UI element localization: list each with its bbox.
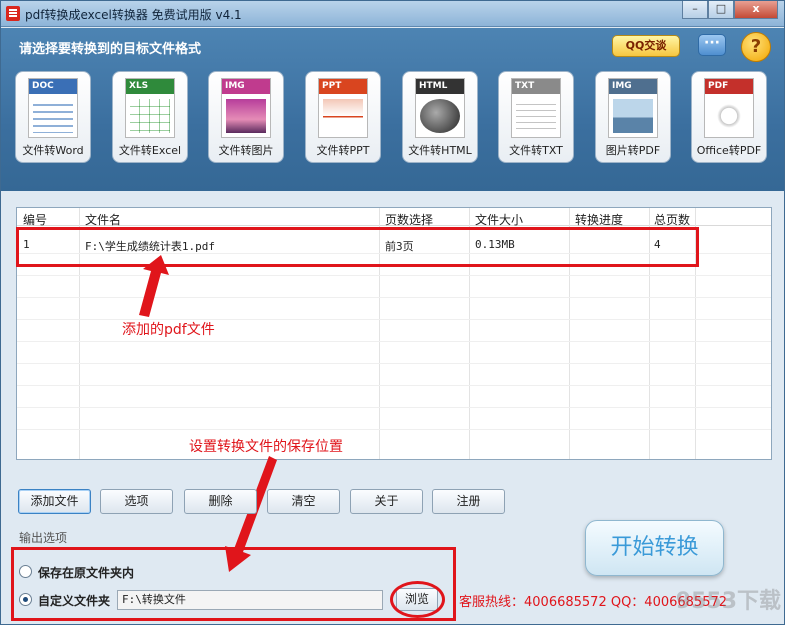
excel-grid xyxy=(130,99,170,133)
acrobat-thumb xyxy=(709,99,749,133)
landscape-thumb xyxy=(613,99,653,133)
app-window: pdf转换成excel转换器 免费试用版 v4.1 – □ x 请选择要转换到的… xyxy=(0,0,785,625)
img-file-icon: IMG xyxy=(221,78,271,138)
text-lines xyxy=(516,99,556,133)
save-original-radio[interactable] xyxy=(19,565,32,578)
chat-bubble-icon[interactable]: ··· xyxy=(698,34,726,56)
row-line xyxy=(17,385,771,386)
photo-thumb xyxy=(226,99,266,133)
window-title: pdf转换成excel转换器 免费试用版 v4.1 xyxy=(25,8,242,22)
format-label: Office转PDF xyxy=(696,144,762,157)
clear-button[interactable]: 清空 xyxy=(267,489,340,514)
ppt-file-icon: PPT xyxy=(318,78,368,138)
arrow-up-annotation xyxy=(139,255,169,317)
globe-thumb xyxy=(420,99,460,133)
col-header-pages[interactable]: 页数选择 xyxy=(385,211,433,228)
row-line xyxy=(17,429,771,430)
pdf-file-icon: PDF xyxy=(704,78,754,138)
doc-tag: PPT xyxy=(319,79,367,94)
title-bar: pdf转换成excel转换器 免费试用版 v4.1 – □ x xyxy=(1,1,784,27)
row-line xyxy=(17,341,771,342)
doc-tag: IMG xyxy=(609,79,657,94)
close-button[interactable]: x xyxy=(734,1,778,19)
doc-tag: XLS xyxy=(126,79,174,94)
format-label: 文件转Excel xyxy=(118,144,182,157)
col-header-total-pages[interactable]: 总页数 xyxy=(654,211,690,228)
html-file-icon: HTML xyxy=(415,78,465,138)
format-tile-img-to-pdf[interactable]: IMG 图片转PDF xyxy=(595,71,671,163)
format-label: 文件转Word xyxy=(22,144,84,157)
doc-tag: PDF xyxy=(705,79,753,94)
maximize-button[interactable]: □ xyxy=(708,1,734,19)
format-label: 图片转PDF xyxy=(605,144,661,157)
annotation-save-location: 设置转换文件的保存位置 xyxy=(189,439,343,455)
custom-folder-radio[interactable] xyxy=(19,593,32,606)
slide-thumb xyxy=(323,99,363,133)
word-lines xyxy=(33,99,73,133)
register-button[interactable]: 注册 xyxy=(432,489,505,514)
window-controls: – □ x xyxy=(682,1,778,19)
xls-file-icon: XLS xyxy=(125,78,175,138)
format-tile-word[interactable]: DOC 文件转Word xyxy=(15,71,91,163)
save-original-label[interactable]: 保存在原文件夹内 xyxy=(38,564,134,581)
row-highlight-annotation xyxy=(16,227,699,267)
start-convert-button[interactable]: 开始转换 xyxy=(585,520,724,576)
format-tile-image[interactable]: IMG 文件转图片 xyxy=(208,71,284,163)
help-icon[interactable]: ? xyxy=(741,32,771,62)
doc-tag: TXT xyxy=(512,79,560,94)
custom-folder-label[interactable]: 自定义文件夹 xyxy=(38,592,110,609)
format-tile-txt[interactable]: TXT 文件转TXT xyxy=(498,71,574,163)
format-tile-html[interactable]: HTML 文件转HTML xyxy=(402,71,478,163)
format-label: 文件转TXT xyxy=(509,144,563,157)
about-button[interactable]: 关于 xyxy=(350,489,423,514)
doc-file-icon: DOC xyxy=(28,78,78,138)
col-header-size[interactable]: 文件大小 xyxy=(475,211,523,228)
img2pdf-file-icon: IMG xyxy=(608,78,658,138)
format-header: 请选择要转换到的目标文件格式 QQ交谈 ··· ? DOC 文件转Word XL… xyxy=(1,28,784,191)
col-header-number[interactable]: 编号 xyxy=(23,211,47,228)
options-button[interactable]: 选项 xyxy=(100,489,173,514)
doc-tag: HTML xyxy=(416,79,464,94)
minimize-button[interactable]: – xyxy=(682,1,708,19)
output-path-input[interactable]: F:\转换文件 xyxy=(117,590,383,610)
txt-file-icon: TXT xyxy=(511,78,561,138)
doc-tag: IMG xyxy=(222,79,270,94)
format-label: 文件转图片 xyxy=(218,144,274,157)
annotation-added-file: 添加的pdf文件 xyxy=(122,322,215,338)
format-label: 文件转PPT xyxy=(316,144,370,157)
qq-chat-button[interactable]: QQ交谈 xyxy=(612,35,680,57)
add-file-button[interactable]: 添加文件 xyxy=(18,489,91,514)
row-line xyxy=(17,407,771,408)
format-tile-ppt[interactable]: PPT 文件转PPT xyxy=(305,71,381,163)
header-title: 请选择要转换到的目标文件格式 xyxy=(19,42,202,57)
format-label: 文件转HTML xyxy=(408,144,472,157)
row-line xyxy=(17,363,771,364)
format-tile-excel[interactable]: XLS 文件转Excel xyxy=(112,71,188,163)
app-logo-icon xyxy=(6,6,20,21)
browse-circle-annotation xyxy=(390,581,445,618)
col-header-progress[interactable]: 转换进度 xyxy=(575,211,623,228)
format-tile-office-to-pdf[interactable]: PDF Office转PDF xyxy=(691,71,767,163)
site-watermark: 9553下载 xyxy=(675,589,781,614)
output-options-label: 输出选项 xyxy=(19,531,68,545)
delete-button[interactable]: 删除 xyxy=(184,489,257,514)
doc-tag: DOC xyxy=(29,79,77,94)
col-header-filename[interactable]: 文件名 xyxy=(85,211,121,228)
